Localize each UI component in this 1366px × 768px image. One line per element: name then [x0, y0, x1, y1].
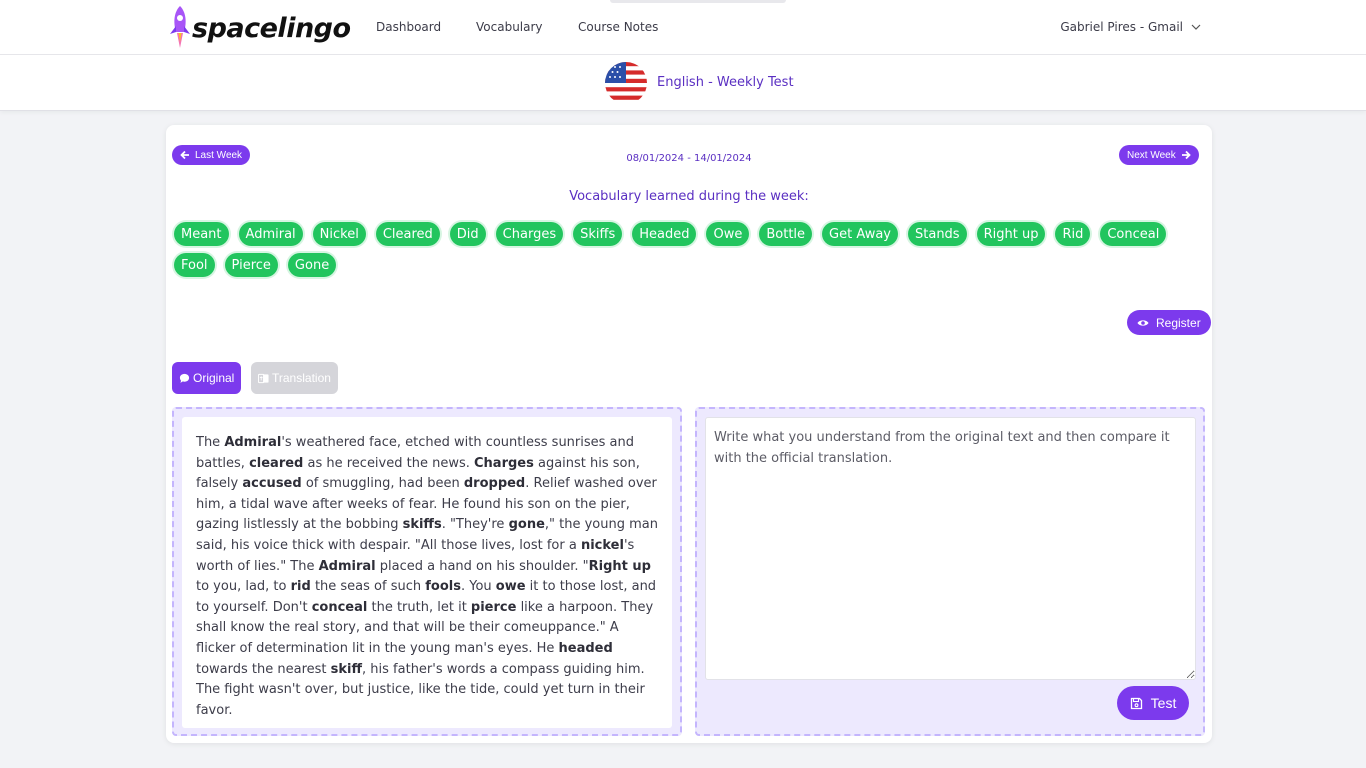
vocab-chip[interactable]: Admiral	[238, 222, 303, 246]
vocab-chip[interactable]: Meant	[174, 222, 229, 246]
vocab-chip[interactable]: Stands	[908, 222, 967, 246]
passage-text: . "They're	[441, 517, 509, 533]
vocab-title: Vocabulary learned during the week:	[569, 189, 809, 204]
vocab-chip[interactable]: Cleared	[375, 222, 440, 246]
passage-text: as he received the news.	[303, 455, 474, 471]
test-button[interactable]: Test	[1117, 686, 1189, 720]
highlighted-word: Admiral	[318, 558, 376, 574]
nav-dashboard[interactable]: Dashboard	[376, 20, 441, 34]
week-date-range: 08/01/2024 - 14/01/2024	[626, 153, 752, 164]
vocab-chip[interactable]: Get Away	[822, 222, 898, 246]
vocab-chip[interactable]: Right up	[976, 222, 1046, 246]
vocab-chip-list: Meant Admiral Nickel Cleared Did Charges…	[174, 222, 1204, 277]
passage-text: to you, lad, to	[196, 579, 291, 595]
comment-icon	[179, 373, 190, 383]
highlighted-word: skiffs	[402, 517, 442, 533]
original-panel: The Admiral's weathered face, etched wit…	[172, 407, 682, 736]
highlighted-word: conceal	[311, 599, 368, 615]
vocab-chip[interactable]: Headed	[632, 222, 697, 246]
highlighted-word: accused	[242, 476, 302, 492]
weekly-test-card: Last Week 08/01/2024 - 14/01/2024 Next W…	[166, 125, 1212, 743]
passage-text: the seas of such	[310, 579, 426, 595]
passage-text: towards the nearest	[196, 661, 331, 677]
tab-original-label: Original	[193, 371, 235, 385]
test-header: English - Weekly Test	[0, 55, 1366, 111]
answer-textarea[interactable]	[705, 417, 1196, 680]
nav-course-notes[interactable]: Course Notes	[578, 20, 658, 34]
rocket-icon	[170, 6, 190, 48]
top-navbar: spacelingo Dashboard Vocabulary Course N…	[0, 0, 1366, 55]
highlighted-word: headed	[558, 640, 613, 656]
page-title: English - Weekly Test	[657, 75, 794, 90]
highlighted-word: pierce	[470, 599, 517, 615]
highlighted-word: Right up	[588, 558, 651, 574]
tab-translation-label: Translation	[272, 371, 331, 385]
highlighted-word: dropped	[463, 476, 526, 492]
highlighted-word: skiff	[330, 661, 363, 677]
vocab-chip[interactable]: Skiffs	[573, 222, 623, 246]
highlighted-word: rid	[290, 579, 311, 595]
us-flag-icon	[605, 62, 647, 104]
save-icon	[1130, 697, 1142, 709]
passage-text: The	[196, 435, 225, 450]
highlighted-word: Admiral	[224, 435, 282, 450]
vocab-chip[interactable]: Did	[449, 222, 486, 246]
tab-translation[interactable]: Translation	[251, 362, 338, 394]
register-button[interactable]: Register	[1127, 310, 1211, 335]
vocab-chip[interactable]: Rid	[1055, 222, 1091, 246]
tab-original[interactable]: Original	[172, 362, 242, 394]
eye-icon	[1137, 319, 1149, 326]
arrow-right-icon	[1181, 150, 1191, 160]
next-week-label: Next Week	[1127, 149, 1176, 161]
vocab-chip[interactable]: Nickel	[312, 222, 366, 246]
highlighted-word: cleared	[249, 455, 304, 471]
chevron-down-icon	[1191, 24, 1201, 30]
test-button-label: Test	[1150, 695, 1177, 711]
highlighted-word: nickel	[580, 537, 624, 553]
passage-text: placed a hand on his shoulder. "	[375, 558, 589, 574]
highlighted-word: gone	[508, 517, 545, 533]
logo[interactable]: spacelingo	[166, 4, 351, 50]
nav-vocabulary[interactable]: Vocabulary	[476, 20, 543, 34]
next-week-button[interactable]: Next Week	[1119, 145, 1199, 165]
highlighted-word: Charges	[474, 455, 534, 471]
highlighted-word: fools	[425, 579, 461, 595]
user-name: Gabriel Pires - Gmail	[1060, 20, 1183, 34]
vocab-chip[interactable]: Charges	[495, 222, 564, 246]
register-label: Register	[1156, 315, 1201, 330]
vocab-chip[interactable]: Conceal	[1100, 222, 1167, 246]
highlighted-word: owe	[495, 579, 526, 595]
original-text: The Admiral's weathered face, etched wit…	[182, 417, 672, 728]
vocab-chip[interactable]: Bottle	[759, 222, 813, 246]
vocab-chip[interactable]: Fool	[174, 253, 215, 277]
user-menu[interactable]: Gabriel Pires - Gmail	[1060, 20, 1201, 34]
passage-text: . You	[460, 579, 496, 595]
answer-panel: Test	[695, 407, 1205, 736]
vocab-chip[interactable]: Pierce	[224, 253, 278, 277]
language-icon	[258, 373, 269, 383]
logo-text: spacelingo	[192, 12, 351, 44]
passage-text: the truth, let it	[367, 599, 471, 615]
vocab-chip[interactable]: Owe	[706, 222, 750, 246]
passage-text: of smuggling, had been	[301, 476, 464, 492]
scroll-indicator	[610, 0, 786, 3]
vocab-chip[interactable]: Gone	[287, 253, 337, 277]
